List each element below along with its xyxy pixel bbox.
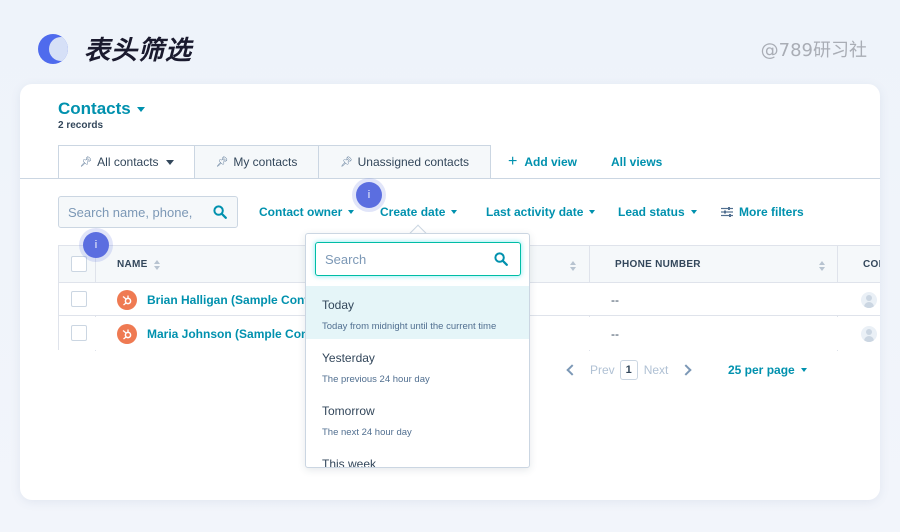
dropdown-search-placeholder: Search [325,251,367,267]
page-number-button[interactable]: 1 [619,360,638,380]
date-option-today[interactable]: Today Today from midnight until the curr… [306,286,529,339]
contact-name-link[interactable]: Brian Halligan (Sample Contact) [147,293,307,307]
chevron-left-icon[interactable] [566,364,578,376]
sort-icon[interactable] [153,259,160,270]
filter-label: Lead status [618,205,685,219]
option-label: Today [322,298,355,312]
tab-all-contacts[interactable]: 📌︎ All contacts [58,145,195,179]
filter-lead-status[interactable]: Lead status [618,196,697,228]
chevron-right-icon[interactable] [680,364,693,376]
filter-label: More filters [739,205,804,219]
pin-icon: 📌︎ [215,156,229,168]
contact-name-cell: Maria Johnson (Sample Contact) [117,317,307,350]
view-tabs: 📌︎ All contacts 📌︎ My contacts 📌︎ Unassi… [58,145,491,179]
option-description: Today from midnight until the current ti… [322,321,497,332]
per-page-label: 25 per page [728,363,795,377]
dropdown-search-input[interactable]: Search [315,242,521,276]
column-header-contact-owner[interactable]: CON [863,246,880,283]
more-filters-button[interactable]: More filters [721,196,804,228]
date-option-tomorrow[interactable]: Tomorrow The next 24 hour day [306,392,529,445]
contact-search-input[interactable]: Search name, phone, [58,196,238,228]
filter-label: Contact owner [259,205,343,219]
caret-down-icon [348,210,355,214]
create-date-dropdown: Search Today Today from midnight until t… [305,233,530,468]
phone-number-cell: -- [611,326,619,341]
search-icon [494,252,508,266]
tab-label: My contacts [233,155,298,169]
add-view-button[interactable]: + Add view [508,145,577,179]
row-checkbox[interactable] [71,325,87,341]
option-description: The previous 24 hour day [322,374,430,385]
pin-icon: 📌︎ [339,156,353,168]
column-label: CON [863,259,880,270]
sort-icon[interactable] [570,261,576,271]
pin-icon: 📌︎ [79,156,93,168]
hubspot-sprocket-icon [117,323,137,344]
caret-down-icon [690,210,697,214]
column-header-name[interactable]: NAME [117,246,160,283]
option-description: The next 24 hour day [322,427,412,438]
filter-label: Create date [380,205,446,219]
all-views-link[interactable]: All views [611,145,662,179]
search-placeholder: Search name, phone, [68,204,193,220]
caret-down-icon [589,210,596,214]
date-option-this-week[interactable]: This week [306,445,529,468]
hubspot-sprocket-icon [117,289,137,310]
tab-label: All contacts [97,155,159,169]
filter-create-date[interactable]: Create date [380,196,458,228]
info-marker: i [356,182,382,208]
contact-name-cell: Brian Halligan (Sample Contact) [117,283,307,316]
tab-unassigned-contacts[interactable]: 📌︎ Unassigned contacts [319,145,491,179]
tab-label: Unassigned contacts [357,155,470,169]
sort-icon[interactable] [819,261,825,271]
app-logo-icon [38,33,68,64]
caret-down-icon [800,368,807,372]
filter-last-activity-date[interactable]: Last activity date [486,196,596,228]
pagination: Prev 1 Next [566,359,693,381]
column-label: NAME [117,259,148,270]
date-option-yesterday[interactable]: Yesterday The previous 24 hour day [306,339,529,392]
info-marker: i [83,232,109,258]
page-title: 表头筛选 [84,36,193,66]
option-label: Yesterday [322,351,375,365]
caret-down-icon [451,210,458,214]
person-icon [861,326,877,342]
watermark: @789研习社 [760,40,867,61]
sliders-icon [721,207,733,217]
add-view-label: Add view [524,155,578,169]
column-header-phone-number[interactable]: PHONE NUMBER [615,246,701,283]
object-switcher[interactable]: Contacts [58,99,145,119]
per-page-select[interactable]: 25 per page [728,359,807,381]
option-label: Tomorrow [322,404,375,418]
caret-down-icon[interactable] [165,159,174,165]
tab-divider [20,178,880,179]
contacts-panel: Contacts 2 records 📌︎ All contacts 📌︎ My… [20,84,880,500]
record-count: 2 records [58,120,104,131]
plus-icon: + [508,153,518,170]
column-label: PHONE NUMBER [615,259,701,270]
search-icon[interactable] [213,205,227,219]
caret-down-icon [136,106,145,112]
phone-number-cell: -- [611,292,619,307]
filter-label: Last activity date [486,205,584,219]
prev-page-button[interactable]: Prev [590,363,615,377]
option-label: This week [322,457,377,468]
object-title: Contacts [58,99,131,118]
contact-name-link[interactable]: Maria Johnson (Sample Contact) [147,327,307,341]
tab-my-contacts[interactable]: 📌︎ My contacts [195,145,319,179]
filter-contact-owner[interactable]: Contact owner [259,196,355,228]
page-header: 表头筛选 [38,30,192,67]
row-checkbox[interactable] [71,291,87,307]
person-icon [861,292,877,308]
select-all-checkbox[interactable] [71,256,87,272]
next-page-button[interactable]: Next [644,363,669,377]
